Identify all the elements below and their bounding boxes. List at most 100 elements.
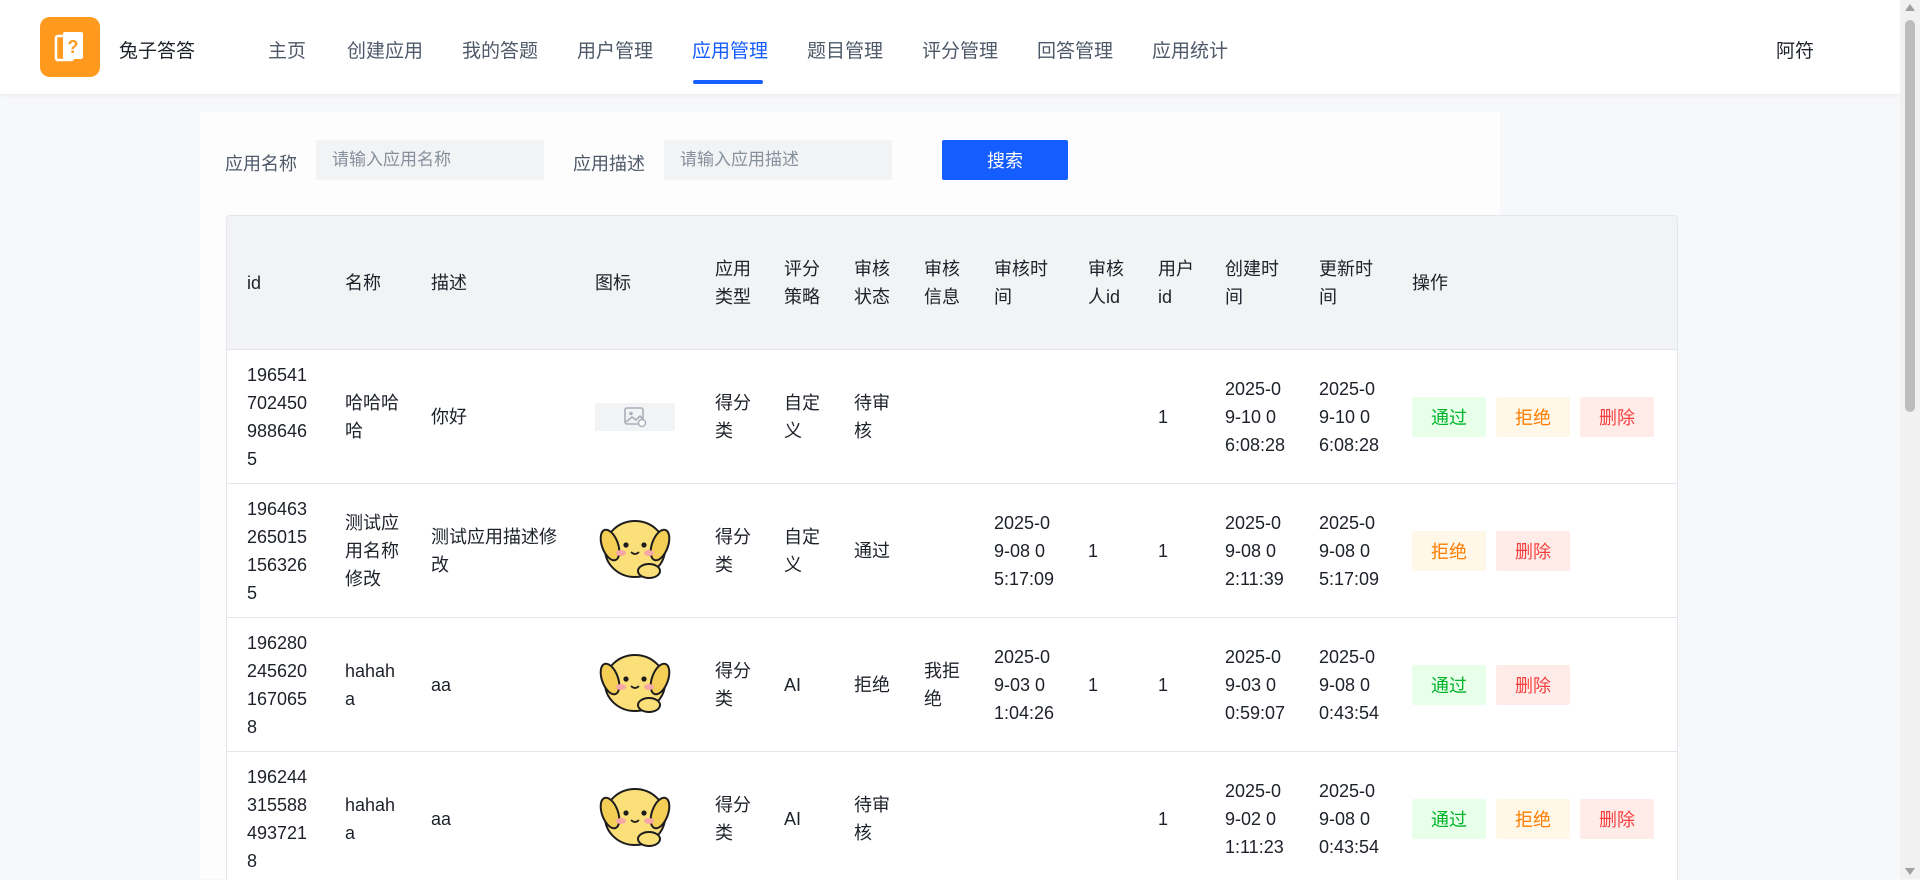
table-row: 1962802456201670658hahahaaa 得分类AI拒绝我拒绝20… (227, 618, 1677, 752)
cell-name: hahaha (325, 752, 411, 880)
cell-review-time (974, 350, 1068, 484)
reject-button[interactable]: 拒绝 (1496, 397, 1570, 437)
cell-strategy-text: 自定义 (784, 523, 826, 579)
cell-review-msg (904, 350, 974, 484)
scroll-down-arrow-icon[interactable] (1905, 868, 1915, 875)
table-row: 1965417024509886465哈哈哈哈你好 得分类自定义待审核12025… (227, 350, 1677, 484)
cell-create-time: 2025-09-10 06:08:28 (1205, 350, 1299, 484)
cell-update-time-text: 2025-09-08 00:43:54 (1319, 777, 1384, 861)
app-name-input[interactable] (316, 140, 544, 180)
svg-text:?: ? (68, 37, 79, 57)
cell-review-time: 2025-09-03 01:04:26 (974, 618, 1068, 752)
cell-app-type: 得分类 (695, 752, 764, 880)
approve-button[interactable]: 通过 (1412, 665, 1486, 705)
page-scrollbar[interactable] (1900, 0, 1920, 879)
yellow-dog-icon (595, 641, 687, 729)
cell-name-text: hahaha (345, 657, 403, 713)
app-table: id 名称 描述 图标 应用类型 评分策略 审核状态 审核信息 审核时间 审核人… (226, 215, 1678, 880)
cell-create-time: 2025-09-08 02:11:39 (1205, 484, 1299, 618)
column-header-user-id: 用户id (1138, 216, 1205, 350)
cell-strategy: AI (764, 752, 834, 880)
cell-icon (575, 484, 695, 618)
cell-app-type: 得分类 (695, 618, 764, 752)
table-row: 1962443155884937218hahaha aa 得分类 AI 待审核 1 202… (227, 752, 1677, 880)
approve-button[interactable]: 通过 (1412, 397, 1486, 437)
column-header-id: id (227, 216, 325, 350)
cell-id-text: 1964632650151563265 (247, 495, 317, 607)
cell-id: 1965417024509886465 (227, 350, 325, 484)
cell-review-status: 待审核 (834, 752, 904, 880)
cell-create-time-text: 2025-09-10 06:08:28 (1225, 375, 1291, 459)
nav-item-create-app[interactable]: 创建应用 (347, 36, 423, 63)
delete-button[interactable]: 删除 (1580, 397, 1654, 437)
approve-button[interactable]: 通过 (1412, 799, 1486, 839)
nav-item-answer-management[interactable]: 回答管理 (1037, 36, 1113, 63)
cell-review-msg (904, 484, 974, 618)
nav-item-my-answers[interactable]: 我的答题 (462, 36, 538, 63)
cell-strategy-text: AI (784, 805, 826, 833)
nav-item-home[interactable]: 主页 (268, 36, 306, 63)
question-card-icon: ? (52, 29, 88, 65)
cell-update-time-text: 2025-09-10 06:08:28 (1319, 375, 1384, 459)
column-header-actions: 操作 (1392, 216, 1677, 350)
cell-reviewer-id (1068, 752, 1138, 880)
cell-reviewer-id-text: 1 (1088, 671, 1130, 699)
delete-button[interactable]: 删除 (1496, 665, 1570, 705)
nav-item-app-management[interactable]: 应用管理 (692, 36, 768, 63)
cell-review-status-text: 待审核 (854, 389, 896, 445)
reject-button[interactable]: 拒绝 (1496, 799, 1570, 839)
cell-review-status-text: 通过 (854, 537, 896, 565)
cell-actions: 通过拒绝删除 (1392, 752, 1677, 880)
cell-icon (575, 752, 695, 880)
cell-desc-text: aa (431, 805, 567, 833)
cell-actions: 通过删除 (1392, 618, 1677, 752)
cell-review-time: 2025-09-08 05:17:09 (974, 484, 1068, 618)
nav-item-question-management[interactable]: 题目管理 (807, 36, 883, 63)
cell-review-time-text: 2025-09-03 01:04:26 (994, 643, 1060, 727)
nav-item-user-management[interactable]: 用户管理 (577, 36, 653, 63)
cell-strategy: 自定义 (764, 350, 834, 484)
delete-button[interactable]: 删除 (1496, 531, 1570, 571)
cell-update-time: 2025-09-10 06:08:28 (1299, 350, 1392, 484)
column-header-icon: 图标 (575, 216, 695, 350)
cell-strategy-text: 自定义 (784, 389, 826, 445)
scroll-thumb[interactable] (1905, 20, 1915, 412)
app-logo[interactable]: ? (40, 17, 100, 77)
cell-name: 测试应用名称修改 (325, 484, 411, 618)
column-header-create-time: 创建时间 (1205, 216, 1299, 350)
cell-update-time: 2025-09-08 00:43:54 (1299, 752, 1392, 880)
cell-update-time-text: 2025-09-08 05:17:09 (1319, 509, 1384, 593)
column-header-app-type: 应用类型 (695, 216, 764, 350)
nav-item-app-statistics[interactable]: 应用统计 (1152, 36, 1228, 63)
cell-app-type: 得分类 (695, 484, 764, 618)
cell-create-time-text: 2025-09-02 01:11:23 (1225, 777, 1291, 861)
cell-desc-text: 测试应用描述修改 (431, 523, 567, 579)
column-header-desc: 描述 (411, 216, 575, 350)
app-desc-input[interactable] (664, 140, 892, 180)
column-header-reviewer-id: 审核人id (1068, 216, 1138, 350)
nav-item-scoring-management[interactable]: 评分管理 (922, 36, 998, 63)
cell-review-time (974, 752, 1068, 880)
cell-review-msg-text: 我拒绝 (924, 657, 966, 713)
search-button[interactable]: 搜索 (942, 140, 1068, 180)
delete-button[interactable]: 删除 (1580, 799, 1654, 839)
cell-app-type-text: 得分类 (715, 791, 756, 847)
cell-app-type-text: 得分类 (715, 389, 756, 445)
cell-desc-text: 你好 (431, 403, 567, 431)
user-name[interactable]: 阿符 (1776, 36, 1814, 63)
cell-reviewer-id: 1 (1068, 618, 1138, 752)
cell-id-text: 1962802456201670658 (247, 629, 317, 741)
cell-strategy: 自定义 (764, 484, 834, 618)
cell-icon (575, 350, 695, 484)
cell-id-text: 1965417024509886465 (247, 361, 317, 473)
yellow-dog-icon (595, 775, 687, 863)
cell-id: 1962443155884937218 (227, 752, 325, 880)
reject-button[interactable]: 拒绝 (1412, 531, 1486, 571)
cell-user-id: 1 (1138, 484, 1205, 618)
cell-review-status: 拒绝 (834, 618, 904, 752)
cell-review-status-text: 拒绝 (854, 671, 896, 699)
image-placeholder-icon (595, 403, 675, 431)
cell-user-id-text: 1 (1158, 805, 1197, 833)
cell-user-id: 1 (1138, 752, 1205, 880)
scroll-up-arrow-icon[interactable] (1905, 4, 1915, 11)
